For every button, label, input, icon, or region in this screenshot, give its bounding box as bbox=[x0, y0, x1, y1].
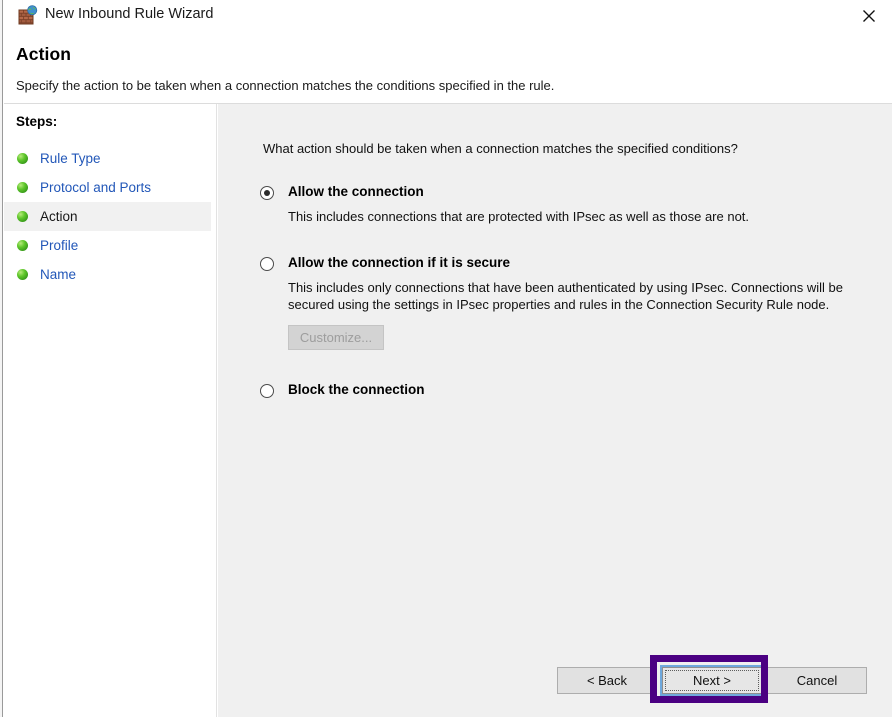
radio-block-the-connection[interactable]: Block the connection bbox=[260, 382, 850, 401]
back-button[interactable]: < Back bbox=[557, 667, 657, 694]
wizard-footer: < Back Next > Cancel bbox=[218, 613, 892, 717]
close-button[interactable] bbox=[846, 0, 892, 31]
sidebar-item-action[interactable]: Action bbox=[4, 202, 211, 231]
customize-button: Customize... bbox=[288, 325, 384, 350]
sidebar-item-label: Profile bbox=[40, 238, 79, 253]
option-block-the-connection: Block the connection bbox=[260, 382, 850, 401]
option-allow-the-connection: Allow the connection This includes conne… bbox=[260, 184, 850, 225]
new-inbound-rule-wizard-window: New Inbound Rule Wizard Action Specify t… bbox=[4, 0, 892, 717]
firewall-globe-icon bbox=[18, 5, 38, 25]
option-title: Block the connection bbox=[288, 382, 425, 397]
next-button-wrapper: Next > bbox=[662, 667, 762, 694]
steps-list: Rule Type Protocol and Ports Action Prof… bbox=[4, 144, 211, 289]
page-description: Specify the action to be taken when a co… bbox=[16, 78, 555, 93]
radio-allow-if-secure[interactable]: Allow the connection if it is secure bbox=[260, 255, 850, 274]
sidebar-item-label: Action bbox=[40, 209, 78, 224]
step-bullet-icon bbox=[17, 269, 28, 280]
steps-heading: Steps: bbox=[16, 114, 58, 129]
radio-button-icon[interactable] bbox=[260, 257, 274, 271]
step-bullet-icon bbox=[17, 240, 28, 251]
content-question: What action should be taken when a conne… bbox=[263, 141, 738, 156]
step-bullet-icon bbox=[17, 182, 28, 193]
step-bullet-icon bbox=[17, 153, 28, 164]
background-window-sliver bbox=[0, 0, 3, 717]
option-title: Allow the connection bbox=[288, 184, 424, 199]
sidebar-item-label: Rule Type bbox=[40, 151, 101, 166]
sidebar-item-rule-type[interactable]: Rule Type bbox=[4, 144, 211, 173]
sidebar-item-label: Name bbox=[40, 267, 77, 282]
page-header: Action Specify the action to be taken wh… bbox=[4, 32, 892, 104]
radio-button-icon[interactable] bbox=[260, 186, 274, 200]
title-bar: New Inbound Rule Wizard bbox=[4, 0, 892, 32]
radio-allow-the-connection[interactable]: Allow the connection bbox=[260, 184, 850, 203]
next-button[interactable]: Next > bbox=[662, 667, 762, 694]
radio-button-icon[interactable] bbox=[260, 384, 274, 398]
cancel-button[interactable]: Cancel bbox=[767, 667, 867, 694]
window-title: New Inbound Rule Wizard bbox=[45, 6, 214, 22]
option-title: Allow the connection if it is secure bbox=[288, 255, 511, 270]
sidebar-item-profile[interactable]: Profile bbox=[4, 231, 211, 260]
close-icon bbox=[863, 9, 875, 22]
steps-sidebar: Steps: Rule Type Protocol and Ports Acti… bbox=[4, 104, 217, 717]
sidebar-item-protocol-and-ports[interactable]: Protocol and Ports bbox=[4, 173, 211, 202]
sidebar-item-name[interactable]: Name bbox=[4, 260, 211, 289]
action-radio-group: Allow the connection This includes conne… bbox=[260, 184, 850, 401]
option-description: This includes only connections that have… bbox=[288, 280, 844, 312]
page-title: Action bbox=[16, 44, 72, 64]
option-allow-if-secure: Allow the connection if it is secure Thi… bbox=[260, 255, 850, 350]
option-description: This includes connections that are prote… bbox=[288, 209, 750, 224]
sidebar-item-label: Protocol and Ports bbox=[40, 180, 152, 195]
step-bullet-icon bbox=[17, 211, 28, 222]
